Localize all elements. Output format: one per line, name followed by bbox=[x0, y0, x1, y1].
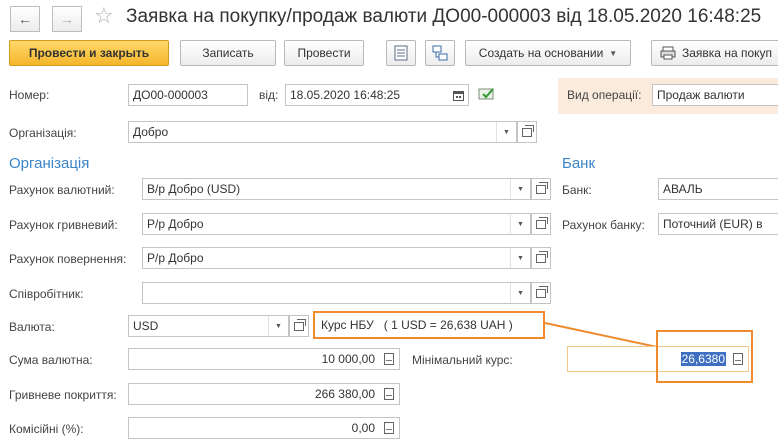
commission-value: 0,00 bbox=[351, 421, 375, 435]
min-rate-label: Мінімальний курс: bbox=[412, 353, 513, 367]
min-rate-highlight bbox=[656, 330, 753, 383]
fx-amount-field[interactable]: 10 000,00 bbox=[128, 348, 400, 370]
uah-cover-value: 266 380,00 bbox=[314, 387, 375, 401]
fx-amount-value: 10 000,00 bbox=[321, 352, 375, 366]
calculator-icon[interactable] bbox=[379, 418, 399, 438]
uah-cover-label: Гривневе покриття: bbox=[9, 388, 117, 402]
commission-label: Комісійні (%): bbox=[9, 422, 84, 436]
commission-field[interactable]: 0,00 bbox=[128, 417, 400, 439]
fx-amount-label: Сума валютна: bbox=[9, 353, 93, 367]
calculator-icon[interactable] bbox=[379, 384, 399, 404]
uah-cover-field[interactable]: 266 380,00 bbox=[128, 383, 400, 405]
calculator-icon[interactable] bbox=[379, 349, 399, 369]
